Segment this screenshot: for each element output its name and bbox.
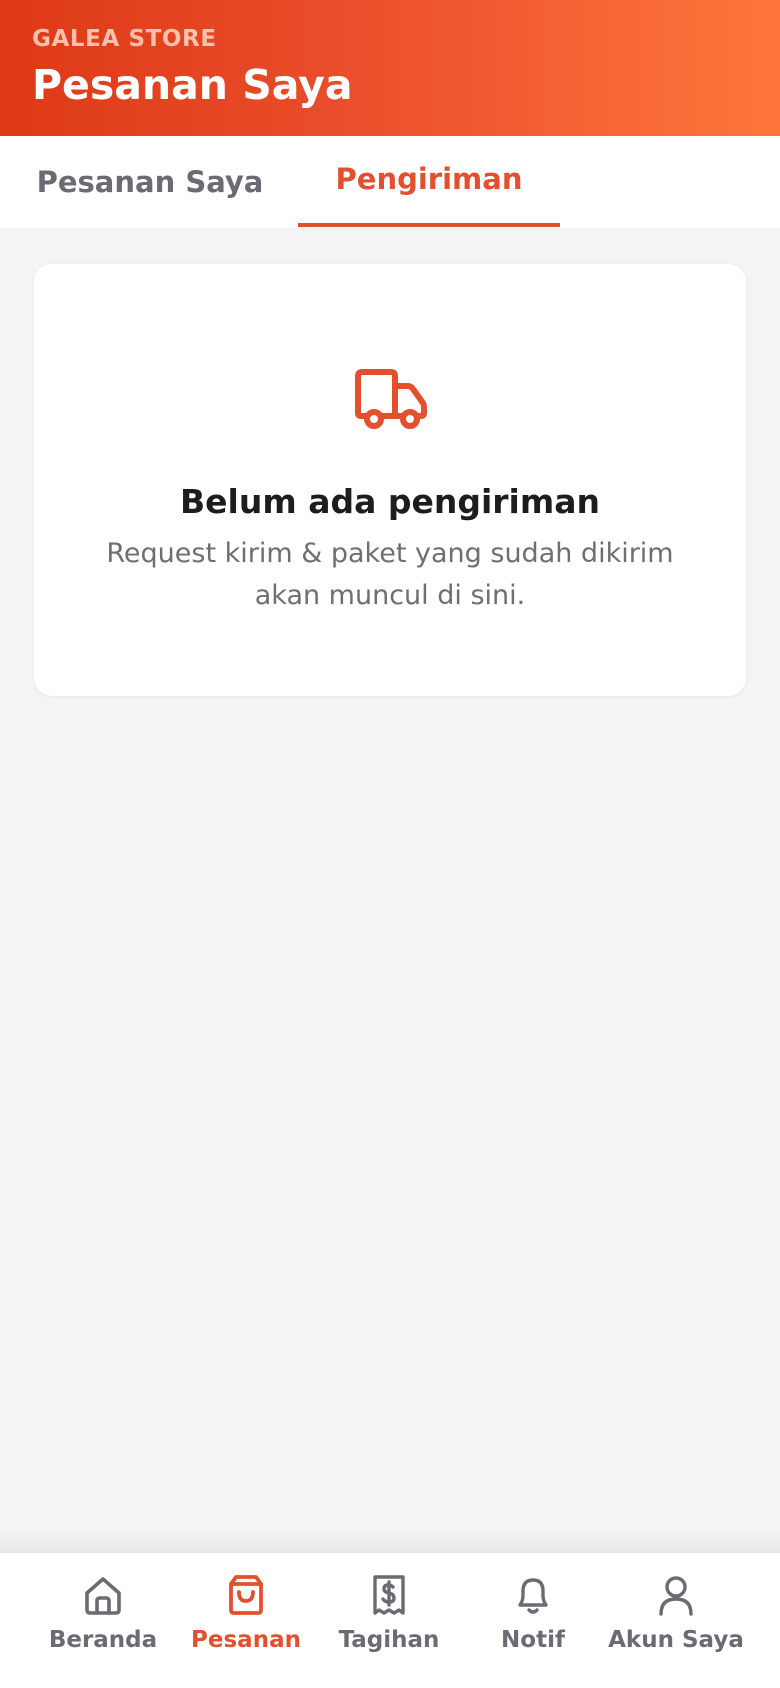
shopping-bag-icon [229,1575,263,1615]
tab-pesanan-saya[interactable]: Pesanan Saya [20,136,280,232]
app-header: GALEA STORE Pesanan Saya [0,0,780,136]
empty-state-description: Request kirim & paket yang sudah dikirim… [106,538,674,611]
nav-label-notif: Notif [501,1627,565,1653]
tab-bar: Pesanan Saya Pengiriman [0,136,780,228]
truck-icon [355,369,427,429]
nav-item-beranda[interactable]: Beranda [28,1553,178,1688]
nav-item-akun-saya[interactable]: Akun Saya [601,1553,751,1688]
bottom-nav-shadow [0,1530,780,1552]
nav-item-pesanan[interactable]: Pesanan [171,1553,321,1688]
nav-label-pesanan: Pesanan [191,1627,301,1653]
store-name: GALEA STORE [32,26,217,52]
empty-state-title: Belum ada pengiriman [179,482,601,521]
nav-label-beranda: Beranda [48,1627,158,1653]
app-screen: GALEA STORE Pesanan Saya Pesanan Saya Pe… [0,0,780,1688]
user-icon [659,1576,693,1616]
receipt-icon [373,1575,405,1615]
page-title: Pesanan Saya [32,61,353,109]
bell-icon [518,1578,548,1614]
tab-pengiriman[interactable]: Pengiriman [298,136,560,228]
nav-item-notif[interactable]: Notif [458,1553,608,1688]
bottom-navigation: Beranda Pesanan Tagihan Notif Akun Saya [0,1552,780,1688]
nav-item-tagihan[interactable]: Tagihan [314,1553,464,1688]
active-tab-indicator [298,223,560,227]
nav-label-akun-saya: Akun Saya [608,1627,744,1653]
nav-label-tagihan: Tagihan [338,1627,440,1653]
home-icon [85,1577,121,1615]
